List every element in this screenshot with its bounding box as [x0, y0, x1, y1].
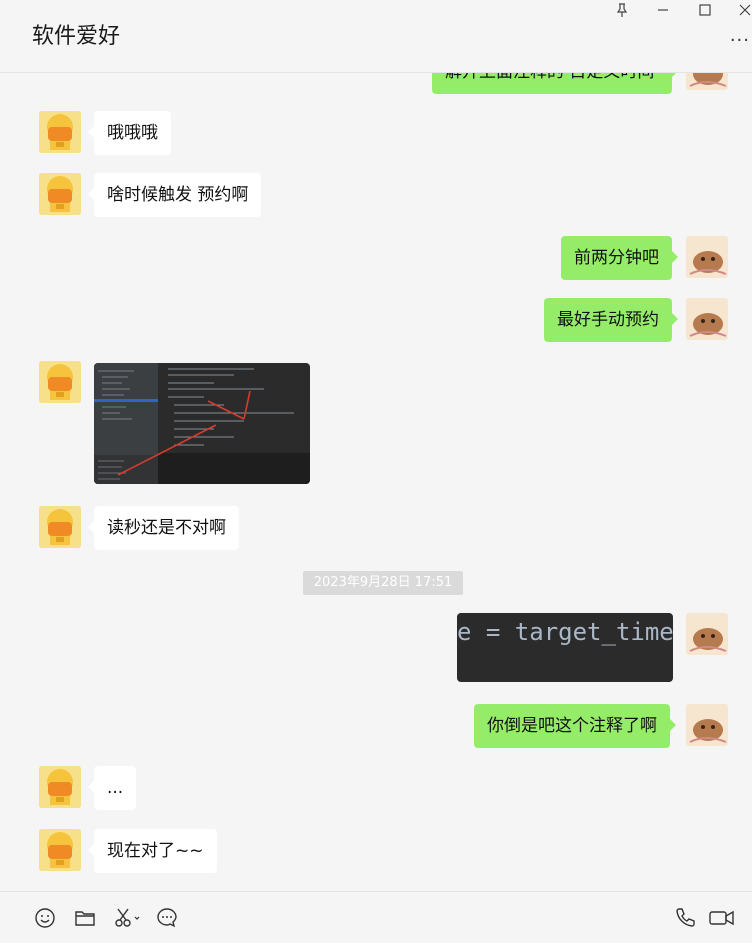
message-bubble-outgoing[interactable]: 你倒是吧这个注释了啊: [474, 704, 676, 748]
input-toolbar: [0, 891, 752, 943]
message-bubble-incoming[interactable]: ...: [87, 766, 137, 810]
more-options-icon[interactable]: ···: [730, 30, 750, 51]
self-avatar[interactable]: [686, 298, 728, 340]
self-avatar[interactable]: [686, 73, 728, 90]
minimize-icon[interactable]: [653, 2, 673, 22]
close-icon[interactable]: [735, 2, 752, 22]
message-bubble-incoming[interactable]: 读秒还是不对啊: [88, 506, 239, 550]
maximize-icon[interactable]: [695, 2, 715, 22]
pin-icon[interactable]: [612, 2, 632, 22]
image-message-ide-screenshot[interactable]: [94, 363, 310, 484]
video-call-icon[interactable]: [708, 906, 736, 930]
message-bubble-outgoing[interactable]: 前两分钟吧: [561, 236, 678, 280]
chat-message-list[interactable]: 解开上面注释的 目定义时间 哦哦哦 啥时候触发 预约啊 前两分钟吧 最好手动预约: [0, 73, 752, 891]
contact-avatar[interactable]: [39, 766, 81, 808]
contact-avatar[interactable]: [39, 111, 81, 153]
contact-avatar[interactable]: [39, 506, 81, 548]
chat-title: 软件爱好: [32, 24, 121, 49]
code-snippet-text: e = target_time: [457, 618, 673, 646]
chat-header: 软件爱好 ···: [0, 0, 752, 73]
self-avatar[interactable]: [686, 613, 728, 655]
folder-icon[interactable]: [73, 906, 97, 930]
self-avatar[interactable]: [686, 236, 728, 278]
image-message-code-snippet[interactable]: e = target_time: [457, 613, 673, 682]
scissors-icon[interactable]: [113, 906, 143, 930]
contact-avatar[interactable]: [39, 361, 81, 403]
message-bubble-incoming[interactable]: 现在对了~~: [88, 829, 217, 873]
message-bubble-outgoing[interactable]: 解开上面注释的 目定义时间: [432, 73, 678, 94]
phone-icon[interactable]: [673, 906, 697, 930]
contact-avatar[interactable]: [39, 173, 81, 215]
message-bubble-outgoing[interactable]: 最好手动预约: [544, 298, 678, 342]
chat-history-icon[interactable]: [155, 906, 179, 930]
message-bubble-incoming[interactable]: 啥时候触发 预约啊: [87, 173, 262, 217]
emoji-icon[interactable]: [33, 906, 57, 930]
message-bubble-incoming[interactable]: 哦哦哦: [88, 111, 171, 155]
contact-avatar[interactable]: [39, 829, 81, 871]
self-avatar[interactable]: [686, 704, 728, 746]
timestamp-divider: 2023年9月28日 17:51: [303, 571, 463, 595]
